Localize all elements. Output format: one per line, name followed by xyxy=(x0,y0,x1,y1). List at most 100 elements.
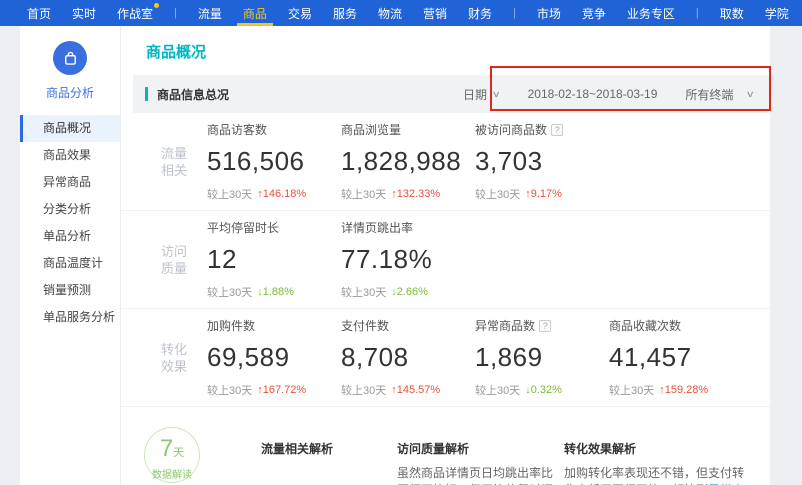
metric-card: 详情页跳出率 77.18% 较上30天 ↓2.66% xyxy=(341,220,475,300)
nav-item-取数[interactable]: 取数 xyxy=(720,0,744,26)
nav-item-商品[interactable]: 商品 xyxy=(237,0,273,26)
metric-row: 访问 质量平均停留时长12较上30天↓1.88%详情页跳出率77.18%较上30… xyxy=(121,211,770,309)
change-down: ↓2.66% xyxy=(391,286,428,298)
nav-divider: | xyxy=(696,0,699,26)
sidebar-item-分类分析[interactable]: 分类分析 xyxy=(20,196,120,223)
metric-row: 转化 效果加购件数69,589较上30天↑167.72%支付件数8,708较上3… xyxy=(121,309,770,407)
compare-label: 较上30天 xyxy=(341,186,386,202)
terminal-dropdown[interactable]: 所有终端 ∨ xyxy=(685,86,754,103)
sidebar-item-单品分析[interactable]: 单品分析 xyxy=(20,223,120,250)
metric-value: 41,457 xyxy=(609,342,743,373)
filters: 日期 ∨ 2018-02-18~2018-03-19 所有终端 ∨ xyxy=(435,86,754,103)
nav-item-交易[interactable]: 交易 xyxy=(288,0,312,26)
page-title: 商品概况 xyxy=(121,26,770,75)
change-up: ↑167.72% xyxy=(257,384,306,396)
page-body: 商品分析 商品概况商品效果异常商品分类分析单品分析商品温度计销量预测单品服务分析… xyxy=(0,26,802,485)
sidebar-item-商品温度计[interactable]: 商品温度计 xyxy=(20,250,120,277)
sidebar-item-商品效果[interactable]: 商品效果 xyxy=(20,142,120,169)
insight-text: 虽然商品详情页日均跳出率比同行平均好，但平均停留时间低于同行平均，请关注页面搭建… xyxy=(397,466,553,485)
nav-item-服务[interactable]: 服务 xyxy=(333,0,357,26)
change-up: ↑159.28% xyxy=(659,384,708,396)
metric-card: 商品收藏次数 41,457 较上30天 ↑159.28% xyxy=(609,318,743,398)
metric-name: 商品收藏次数 xyxy=(609,318,743,334)
badge-caption: 数据解读 xyxy=(145,466,199,481)
metric-card: 支付件数8,708较上30天↑145.57% xyxy=(341,318,475,398)
metric-name: 商品浏览量 xyxy=(341,122,475,138)
change-up: ↑132.33% xyxy=(391,188,440,200)
compare-label: 较上30天 xyxy=(475,186,520,202)
metric-card: 加购件数69,589较上30天↑167.72% xyxy=(207,318,341,398)
help-icon[interactable]: ? xyxy=(539,320,551,332)
metric-name: 详情页跳出率 xyxy=(341,220,475,236)
metric-name: 支付件数 xyxy=(341,318,475,334)
nav-item-流量[interactable]: 流量 xyxy=(198,0,222,26)
insight-body: 虽然商品详情页日均跳出率比同行平均好，但平均停留时间低于同行平均，请关注页面搭建… xyxy=(397,465,557,485)
metric-compare: 较上30天↓0.32% xyxy=(475,382,609,398)
sidebar: 商品分析 商品概况商品效果异常商品分类分析单品分析商品温度计销量预测单品服务分析 xyxy=(20,26,121,485)
sidebar-item-单品服务分析[interactable]: 单品服务分析 xyxy=(20,304,120,331)
metric-value: 1,828,988 xyxy=(341,146,475,177)
insight-body: 加购转化率表现还不错，但支付转化率低于同行平均，赶快到异常商品并结合使用商品温度… xyxy=(564,465,746,485)
metric-compare: 较上30天 ↓2.66% xyxy=(341,284,475,300)
date-range-picker[interactable]: 2018-02-18~2018-03-19 xyxy=(528,87,658,101)
nav-item-营销[interactable]: 营销 xyxy=(423,0,447,26)
metric-card: 异常商品数? 1,869 较上30天↓0.32% xyxy=(475,318,609,398)
metric-value: 77.18% xyxy=(341,244,475,275)
nav-item-作战室[interactable]: 作战室 xyxy=(117,0,153,26)
nav-divider: | xyxy=(513,0,516,26)
metric-card: 商品浏览量 1,828,988 较上30天 ↑132.33% xyxy=(341,122,475,202)
metric-value: 1,869 xyxy=(475,342,609,373)
metric-compare: 较上30天↑145.57% xyxy=(341,382,475,398)
metric-compare: 较上30天 ↑167.72% xyxy=(207,382,341,398)
metric-name: 被访问商品数? xyxy=(475,122,609,138)
compare-label: 较上30天 xyxy=(609,382,654,398)
nav-item-物流[interactable]: 物流 xyxy=(378,0,402,26)
metric-group-label: 访问 质量 xyxy=(141,243,207,277)
compare-label: 较上30天 xyxy=(207,284,252,300)
compare-label: 较上30天 xyxy=(207,382,252,398)
nav-item-业务专区[interactable]: 业务专区 xyxy=(627,0,675,26)
date-type-label: 日期 xyxy=(463,86,487,103)
insight-title: 流量相关解析 xyxy=(261,440,381,457)
metric-group-label: 转化 效果 xyxy=(141,341,207,375)
compare-label: 较上30天 xyxy=(207,186,252,202)
nav-item-市场[interactable]: 市场 xyxy=(537,0,561,26)
nav-item-竞争[interactable]: 竞争 xyxy=(582,0,606,26)
date-type-dropdown[interactable]: 日期 ∨ xyxy=(463,86,500,103)
nav-item-财务[interactable]: 财务 xyxy=(468,0,492,26)
sidebar-header: 商品分析 xyxy=(20,26,120,115)
nav-item-首页[interactable]: 首页 xyxy=(27,0,51,26)
metric-compare: 较上30天 ↓1.88% xyxy=(207,284,341,300)
app-window: 首页实时作战室 | 流量商品交易服务物流营销财务 | 市场竞争业务专区 | 取数学院 商品分… xyxy=(0,0,802,485)
section-accent-bar xyxy=(145,87,148,101)
nav-divider: | xyxy=(174,0,177,26)
metric-name: 平均停留时长 xyxy=(207,220,341,236)
metric-value: 69,589 xyxy=(207,342,341,373)
sidebar-menu: 商品概况商品效果异常商品分类分析单品分析商品温度计销量预测单品服务分析 xyxy=(20,115,120,331)
metric-value: 12 xyxy=(207,244,341,275)
chevron-down-icon: ∨ xyxy=(492,89,501,100)
nav-item-学院[interactable]: 学院 xyxy=(765,0,789,26)
change-down: ↓1.88% xyxy=(257,286,294,298)
help-icon[interactable]: ? xyxy=(551,124,563,136)
insight-column: 访问质量解析虽然商品详情页日均跳出率比同行平均好，但平均停留时间低于同行平均，请… xyxy=(397,440,557,485)
compare-label: 较上30天 xyxy=(341,284,386,300)
shopping-bag-icon xyxy=(53,41,87,75)
badge-number: 7天 xyxy=(145,436,199,466)
change-up: ↑145.57% xyxy=(391,384,440,396)
insight-title: 转化效果解析 xyxy=(564,440,746,457)
top-nav: 首页实时作战室 | 流量商品交易服务物流营销财务 | 市场竞争业务专区 | 取数学院 xyxy=(0,0,802,26)
metric-row: 流量 相关商品访客数516,506较上30天↑146.18%商品浏览量1,828… xyxy=(121,113,770,211)
nav-item-实时[interactable]: 实时 xyxy=(72,0,96,26)
sidebar-item-异常商品[interactable]: 异常商品 xyxy=(20,169,120,196)
sidebar-item-销量预测[interactable]: 销量预测 xyxy=(20,277,120,304)
metrics-section: 流量 相关商品访客数516,506较上30天↑146.18%商品浏览量1,828… xyxy=(121,113,770,407)
metric-compare: 较上30天↑146.18% xyxy=(207,186,341,202)
metric-name: 异常商品数? xyxy=(475,318,609,334)
section-header: 商品信息总况 xyxy=(145,86,229,103)
compare-label: 较上30天 xyxy=(475,382,520,398)
sidebar-item-商品概况[interactable]: 商品概况 xyxy=(20,115,120,142)
metric-compare: 较上30天 ↑132.33% xyxy=(341,186,475,202)
insight-title: 访问质量解析 xyxy=(397,440,557,457)
insight-column: 流量相关解析 xyxy=(261,440,381,457)
